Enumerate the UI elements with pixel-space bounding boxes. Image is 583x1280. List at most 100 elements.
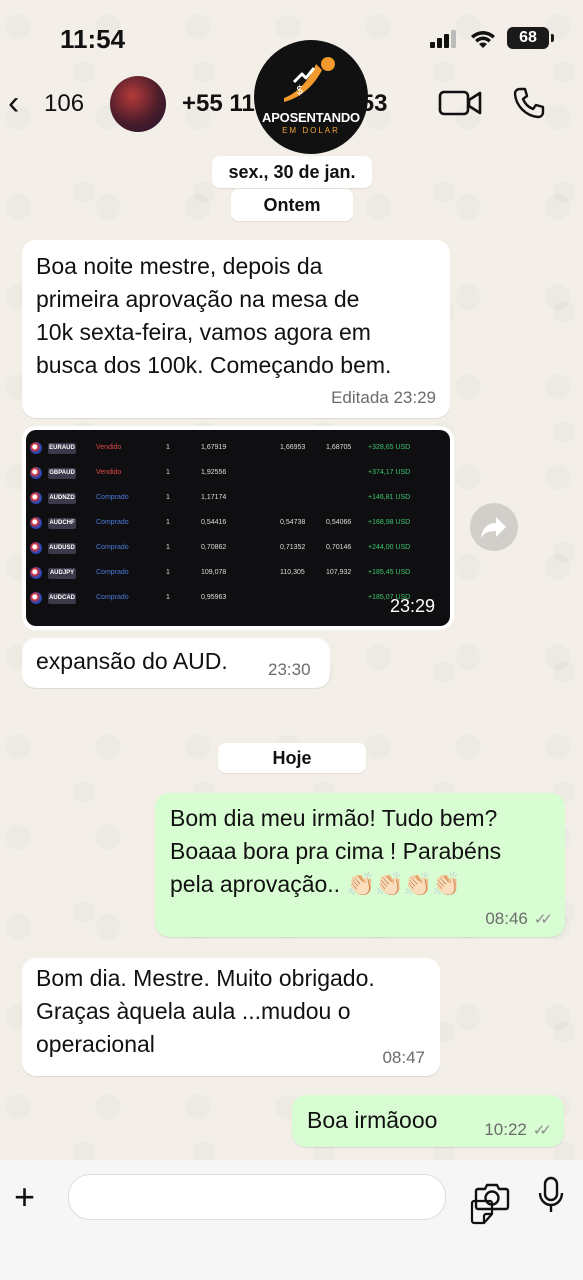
image-message-time: 23:29 xyxy=(390,596,436,616)
forward-button[interactable] xyxy=(470,503,518,551)
trade-pair: EURAUD xyxy=(48,443,76,454)
trade-open-price: 0,54416 xyxy=(201,519,227,526)
trade-open-price: 109,078 xyxy=(201,569,227,576)
trade-open-price: 0,95963 xyxy=(201,594,227,601)
trade-pair: GBPAUD xyxy=(48,468,76,479)
brand-logo: $ APOSENTANDO EM DOLAR xyxy=(254,40,368,154)
message-time: 10:22 xyxy=(484,1120,527,1139)
trade-tp: 0,71352 xyxy=(280,544,306,551)
trade-screenshot-image[interactable]: EURAUD Vendido 1 1,67919 1,66953 1,68705 +328,… xyxy=(26,430,450,626)
date-chip: Hoje xyxy=(218,743,366,773)
back-chevron-icon[interactable]: ‹ xyxy=(8,84,19,123)
trade-open-price: 1,92556 xyxy=(201,469,227,476)
trade-tp: 1,66953 xyxy=(280,444,306,451)
read-ticks-icon: ✓✓ xyxy=(533,911,553,928)
trade-sl: 107,932 xyxy=(326,569,352,576)
trade-profit: +374,17 USD xyxy=(368,469,411,476)
currency-flag-icon xyxy=(30,567,42,579)
logo-title: APOSENTANDO xyxy=(262,110,360,125)
trade-open-price: 1,17174 xyxy=(201,494,227,501)
trade-tp: 110,305 xyxy=(280,569,305,576)
message-meta: Editada 23:29 xyxy=(331,388,436,407)
currency-flag-icon xyxy=(30,542,42,554)
message-meta: 10:22 ✓✓ xyxy=(484,1120,552,1140)
trade-profit: +185,45 USD xyxy=(368,569,411,576)
signal-icon xyxy=(430,30,456,48)
trade-side: Comprado xyxy=(96,544,129,551)
currency-flag-icon xyxy=(30,442,42,454)
message-meta: 23:30 xyxy=(268,660,311,679)
trade-tp: 0,54738 xyxy=(280,519,306,526)
trade-open-price: 1,67919 xyxy=(201,444,227,451)
read-ticks-icon: ✓✓ xyxy=(532,1122,552,1139)
svg-text:$: $ xyxy=(296,83,304,97)
trade-qty: 1 xyxy=(166,544,170,551)
video-call-icon[interactable] xyxy=(438,88,482,118)
trade-open-price: 0,70862 xyxy=(201,544,227,551)
trade-qty: 1 xyxy=(166,594,170,601)
message-time: 08:46 xyxy=(485,909,528,928)
trade-profit: +168,98 USD xyxy=(368,519,411,526)
trade-side: Vendido xyxy=(96,444,122,451)
message-bubble-incoming[interactable]: Boa noite mestre, depois da primeira apr… xyxy=(22,240,450,418)
trade-row: GBPAUD Vendido 1 1,92556 +374,17 USD xyxy=(26,461,450,486)
message-text: Boa irmãooo xyxy=(307,1107,438,1133)
trade-qty: 1 xyxy=(166,494,170,501)
wifi-icon xyxy=(471,31,495,48)
contact-number-start: +55 11 xyxy=(182,90,262,117)
message-text: Bom dia. Mestre. Muito obrigado. Graças … xyxy=(36,965,375,1057)
trade-profit: +244,00 USD xyxy=(368,544,411,551)
trade-qty: 1 xyxy=(166,569,170,576)
trade-side: Comprado xyxy=(96,494,129,501)
currency-flag-icon xyxy=(30,492,42,504)
message-meta: 08:46 ✓✓ xyxy=(485,909,553,929)
attach-plus-icon[interactable]: + xyxy=(14,1176,35,1218)
trade-row: EURAUD Vendido 1 1,67919 1,66953 1,68705 +328,… xyxy=(26,436,450,461)
date-chip: sex., 30 de jan. xyxy=(212,156,372,188)
currency-flag-icon xyxy=(30,517,42,529)
trade-qty: 1 xyxy=(166,469,170,476)
message-bubble-outgoing[interactable]: Boa irmãooo 10:22 ✓✓ xyxy=(292,1095,564,1147)
trade-pair: AUDUSD xyxy=(48,543,76,554)
microphone-icon[interactable] xyxy=(538,1176,564,1214)
date-chip: Ontem xyxy=(231,189,353,221)
trade-sl: 0,54066 xyxy=(326,519,352,526)
composer-bar: + xyxy=(0,1160,583,1280)
trade-row: AUDJPY Comprado 1 109,078 110,305 107,932 +185… xyxy=(26,561,450,586)
trade-side: Comprado xyxy=(96,569,129,576)
camera-icon[interactable] xyxy=(474,1180,510,1212)
trade-side: Comprado xyxy=(96,519,129,526)
battery-indicator: 68 xyxy=(507,27,554,49)
message-bubble-incoming[interactable]: expansão do AUD. 23:30 xyxy=(22,638,330,688)
trade-pair: AUDCAD xyxy=(48,593,76,604)
trade-row: AUDNZD Comprado 1 1,17174 +146,81 USD xyxy=(26,486,450,511)
trade-row: AUDUSD Comprado 1 0,70862 0,71352 0,70146 +244… xyxy=(26,536,450,561)
message-text: Boa noite mestre, depois da primeira apr… xyxy=(36,253,392,378)
trade-qty: 1 xyxy=(166,444,170,451)
trade-pair: AUDCHF xyxy=(48,518,76,529)
message-text: Bom dia meu irmão! Tudo bem? Boaaa bora … xyxy=(170,805,502,897)
trade-row: AUDCAD Comprado 1 0,95963 +185,07 USD xyxy=(26,586,450,611)
message-meta: 08:47 xyxy=(382,1048,425,1067)
trade-sl: 1,68705 xyxy=(326,444,352,451)
trade-profit: +328,65 USD xyxy=(368,444,411,451)
trade-row: AUDCHF Comprado 1 0,54416 0,54738 0,54066 +168… xyxy=(26,511,450,536)
phone-call-icon[interactable] xyxy=(512,86,546,120)
currency-flag-icon xyxy=(30,592,42,604)
status-time: 11:54 xyxy=(60,24,126,54)
logo-subtitle: EM DOLAR xyxy=(282,126,340,135)
message-bubble-outgoing[interactable]: Bom dia meu irmão! Tudo bem? Boaaa bora … xyxy=(155,793,565,937)
trade-pair: AUDNZD xyxy=(48,493,76,504)
trade-sl: 0,70146 xyxy=(326,544,352,551)
currency-flag-icon xyxy=(30,467,42,479)
message-bubble-incoming[interactable]: Bom dia. Mestre. Muito obrigado. Graças … xyxy=(22,958,440,1076)
back-unread-count[interactable]: 106 xyxy=(44,90,84,118)
message-text: expansão do AUD. xyxy=(36,648,228,674)
logo-mark-icon: $ xyxy=(284,57,335,102)
trade-pair: AUDJPY xyxy=(48,568,76,579)
message-input[interactable] xyxy=(68,1174,494,1225)
trade-side: Vendido xyxy=(96,469,122,476)
trade-profit: +146,81 USD xyxy=(368,494,411,501)
trade-side: Comprado xyxy=(96,594,129,601)
contact-avatar[interactable] xyxy=(110,76,166,132)
